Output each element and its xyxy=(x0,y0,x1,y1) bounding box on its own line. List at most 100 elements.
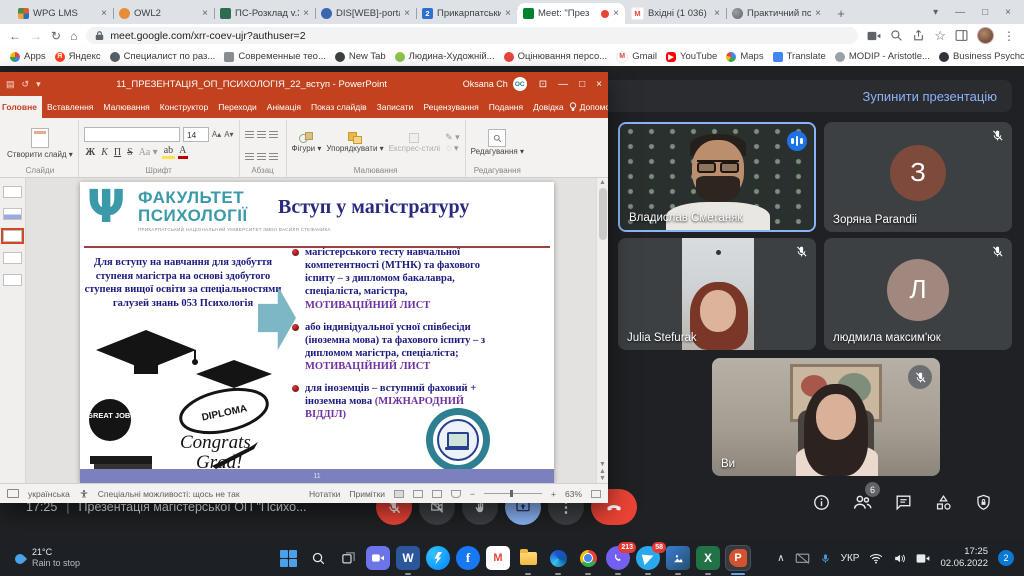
activities-button[interactable] xyxy=(934,493,953,512)
bookmark-apps[interactable]: Apps xyxy=(10,51,46,62)
notification-badge[interactable]: 2 xyxy=(998,550,1014,566)
quick-styles-button[interactable]: Експрес-стилі xyxy=(389,132,440,154)
bookmark-youtube[interactable]: ▶YouTube xyxy=(666,51,717,62)
italic-button[interactable]: К xyxy=(100,147,110,158)
slide-sorter-view-icon[interactable] xyxy=(413,490,423,498)
bookmark-maps[interactable]: Maps xyxy=(726,51,763,62)
participant-tile-lyudmyla[interactable]: Л людмила максим'юк xyxy=(824,238,1012,350)
status-accessibility[interactable]: Спеціальні можливості: щось не так xyxy=(98,489,240,499)
grow-font-icon[interactable]: А▴ xyxy=(212,130,221,139)
slideshow-view-icon[interactable] xyxy=(451,490,461,498)
participants-button[interactable]: 6 xyxy=(852,492,873,513)
slide-thumbnail[interactable] xyxy=(3,252,22,264)
arrange-button[interactable]: Упорядкувати ▾ xyxy=(326,132,383,154)
teams-chat-button[interactable] xyxy=(366,546,390,570)
volume-icon[interactable] xyxy=(893,552,906,565)
reload-button[interactable]: ↻ xyxy=(51,30,61,42)
wifi-icon[interactable] xyxy=(869,553,883,564)
tab-dis-portal[interactable]: DIS[WEB]-portal× xyxy=(315,3,416,24)
zoom-level[interactable]: 63% xyxy=(565,489,582,499)
new-slide-button[interactable]: Створити слайд ▾ xyxy=(7,128,73,159)
file-explorer-button[interactable] xyxy=(516,546,540,570)
weather-widget[interactable]: 21°CRain to stop xyxy=(0,547,160,570)
zoom-slider[interactable] xyxy=(484,493,542,494)
tab-search-icon[interactable]: ▾ xyxy=(933,7,938,18)
bookmark-business-psych[interactable]: Business Psycholog... xyxy=(939,51,1024,62)
camera-media-icon[interactable] xyxy=(867,30,881,42)
maximize-button[interactable]: □ xyxy=(982,7,988,18)
bookmark-newtab[interactable]: New Tab xyxy=(335,51,386,62)
minimize-button[interactable]: — xyxy=(955,7,965,18)
indent-icon[interactable] xyxy=(269,131,278,132)
ribbon-tab-transitions[interactable]: Переходи xyxy=(213,96,262,118)
close-button[interactable]: × xyxy=(1005,7,1011,18)
ribbon-tab-help[interactable]: Довідка xyxy=(528,96,569,118)
zoom-slider-thumb[interactable] xyxy=(510,490,513,497)
bookmark-specialist[interactable]: Специалист по раз... xyxy=(110,51,216,62)
tab-close-icon[interactable]: × xyxy=(505,8,511,19)
bookmark-sovremennye[interactable]: Современные тео... xyxy=(224,51,326,62)
forward-button[interactable]: → xyxy=(30,30,42,42)
tab-close-icon[interactable]: × xyxy=(714,8,720,19)
drawing-extra-icons[interactable]: ✎ ▾◌ ▾ xyxy=(445,133,460,154)
telegram-button[interactable]: 58 xyxy=(636,546,660,570)
tab-wpg-lms[interactable]: WPG LMS× xyxy=(12,3,113,24)
gmail-button[interactable]: M xyxy=(486,546,510,570)
new-tab-button[interactable]: + xyxy=(831,3,851,23)
ribbon-tab-record[interactable]: Записати xyxy=(372,96,419,118)
tab-close-icon[interactable]: × xyxy=(815,8,821,19)
word-button[interactable]: W xyxy=(396,546,420,570)
underline-button[interactable]: П xyxy=(112,147,122,158)
tab-owl2[interactable]: OWL2× xyxy=(113,3,214,24)
tell-me-button[interactable]: Допомога xyxy=(569,102,608,112)
account-info[interactable]: Oksana ChОС xyxy=(463,77,527,91)
zoom-icon[interactable] xyxy=(890,29,903,42)
tab-close-icon[interactable]: × xyxy=(101,8,107,19)
tab-close-icon[interactable]: × xyxy=(613,8,619,19)
task-view-button[interactable] xyxy=(336,546,360,570)
share-icon[interactable] xyxy=(912,29,925,42)
edge-button[interactable] xyxy=(546,546,570,570)
start-button[interactable] xyxy=(276,546,300,570)
language-indicator[interactable]: УКР xyxy=(841,553,860,564)
comments-button[interactable]: Примітки xyxy=(349,489,385,499)
shapes-button[interactable]: Фігури ▾ xyxy=(292,132,322,154)
side-panel-icon[interactable] xyxy=(955,29,968,42)
bold-button[interactable]: Ж xyxy=(84,147,97,158)
tray-camera-icon[interactable] xyxy=(916,553,930,564)
tab-ps-rozklad[interactable]: ПС-Розклад v.3× xyxy=(214,3,315,24)
ppt-close-button[interactable]: × xyxy=(596,79,602,90)
participant-tile-zoryana[interactable]: З Зоряна Parandii xyxy=(824,122,1012,232)
chat-button[interactable] xyxy=(894,493,913,512)
ribbon-tab-view[interactable]: Подання xyxy=(484,96,528,118)
scrollbar-thumb[interactable] xyxy=(599,188,607,240)
bookmark-gmail[interactable]: MGmail xyxy=(616,51,657,63)
strikethrough-button[interactable]: S xyxy=(126,147,135,158)
zoom-out-icon[interactable]: − xyxy=(470,489,475,499)
ribbon-tab-draw[interactable]: Малювання xyxy=(98,96,154,118)
highlight-color-button[interactable]: ab xyxy=(162,145,174,159)
taskbar-clock[interactable]: 17:2502.06.2022 xyxy=(940,546,988,570)
cast-off-icon[interactable] xyxy=(795,552,810,565)
home-button[interactable]: ⌂ xyxy=(70,30,77,42)
tab-prykarpatskyi[interactable]: 2Прикарпатський× xyxy=(416,3,517,24)
powerpoint-taskbar-button[interactable]: P xyxy=(726,546,750,570)
align-center-icon[interactable] xyxy=(257,153,266,154)
tab-close-icon[interactable]: × xyxy=(404,8,410,19)
save-icon[interactable]: ▤ xyxy=(6,79,15,90)
previous-slide-icon[interactable]: ▲ xyxy=(599,468,606,475)
text-shadow-button[interactable]: Аа ▾ xyxy=(137,147,159,158)
browser-menu-icon[interactable]: ⋮ xyxy=(1003,30,1015,42)
ribbon-tab-slideshow[interactable]: Показ слайдів xyxy=(306,96,372,118)
tab-gmail-inbox[interactable]: MВхідні (1 036) - о× xyxy=(625,3,726,24)
photos-button[interactable] xyxy=(666,546,690,570)
profile-avatar[interactable] xyxy=(977,27,994,44)
taskbar-search[interactable] xyxy=(306,546,330,570)
address-bar[interactable]: meet.google.com/xrr-coev-ujr?authuser=2 xyxy=(86,27,858,44)
ppt-maximize-button[interactable]: □ xyxy=(579,79,585,90)
zoom-in-icon[interactable]: + xyxy=(551,489,556,499)
stop-presentation-button[interactable]: Зупинити презентацію xyxy=(863,89,997,104)
font-size-box[interactable]: 14 xyxy=(183,127,209,142)
self-video-tile[interactable]: Ви xyxy=(712,358,940,476)
next-slide-icon[interactable]: ▼ xyxy=(599,475,606,482)
